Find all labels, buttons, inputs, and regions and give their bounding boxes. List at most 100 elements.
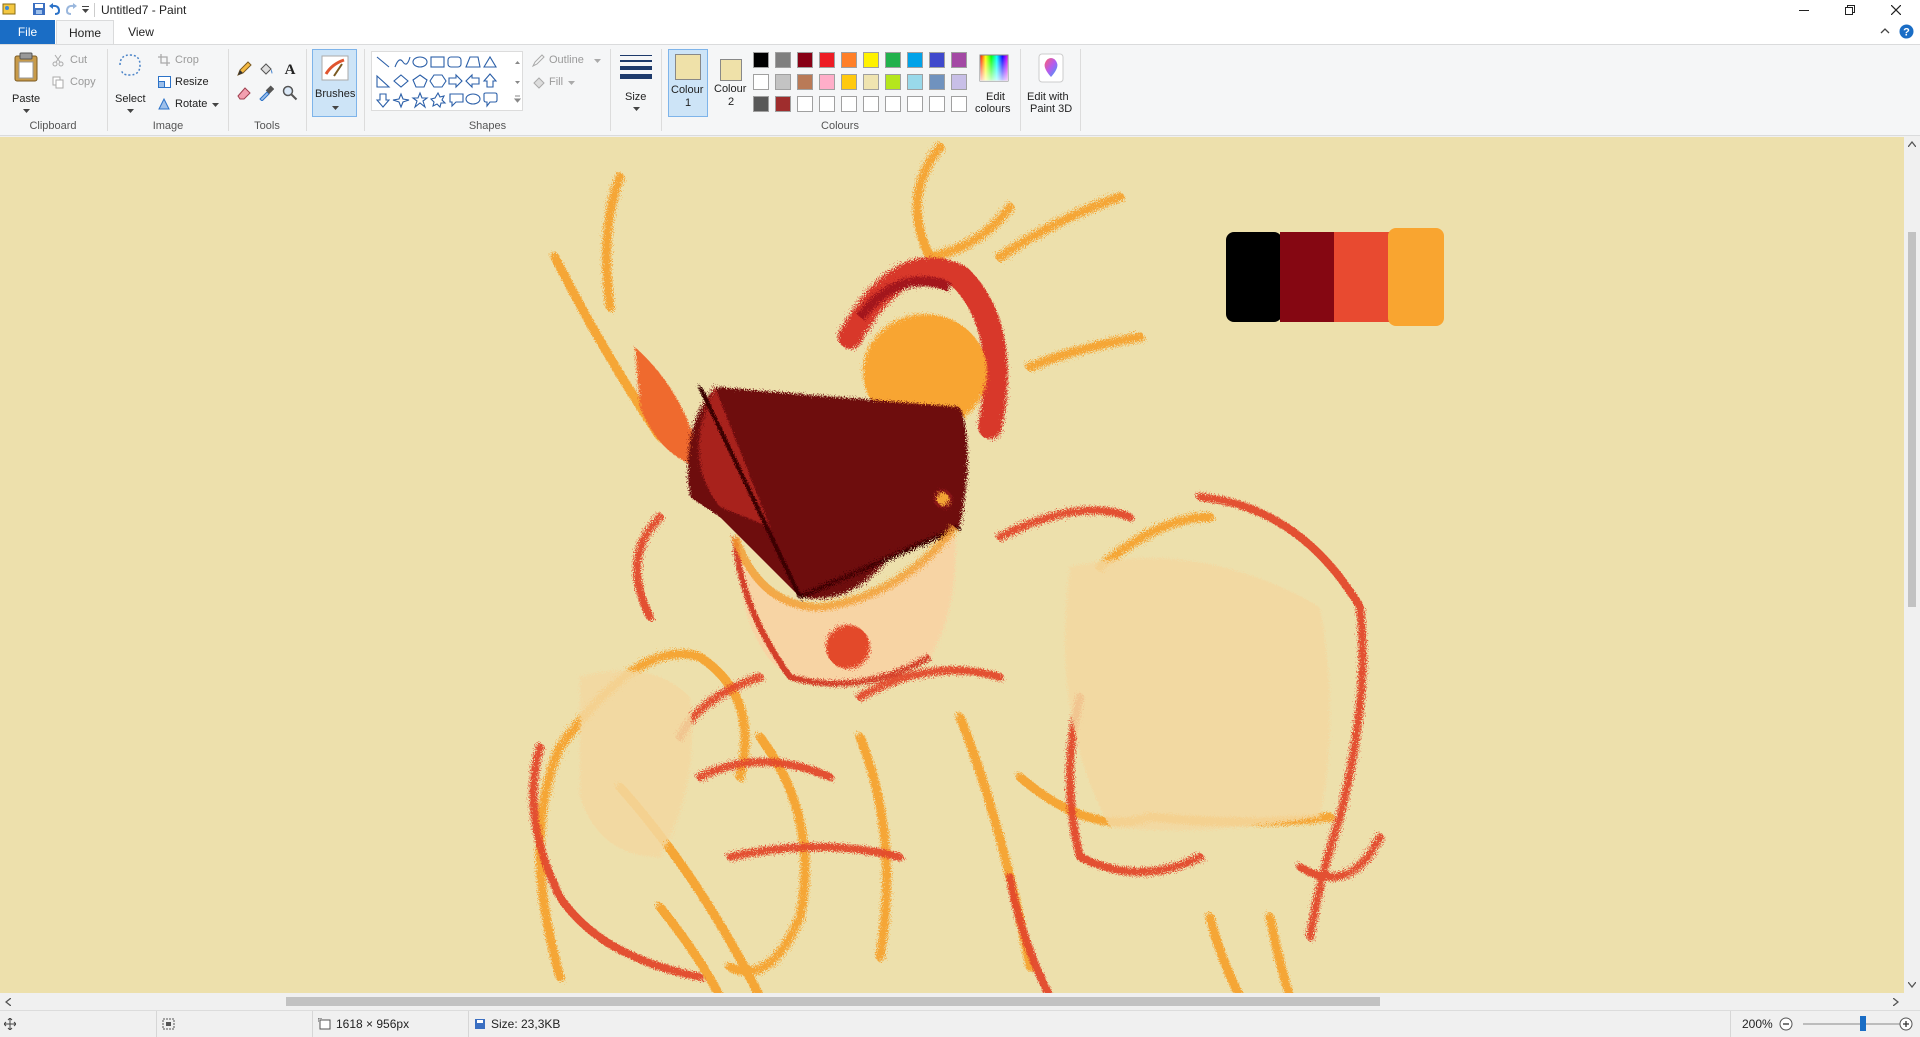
- text-tool-icon[interactable]: A: [282, 60, 298, 76]
- close-window-button[interactable]: [1873, 0, 1919, 20]
- svg-text:A: A: [285, 62, 296, 76]
- eraser-icon[interactable]: [236, 85, 252, 101]
- help-icon[interactable]: ?: [1899, 24, 1914, 39]
- palette-colour-swatch[interactable]: [775, 96, 791, 112]
- palette-colour-swatch[interactable]: [775, 74, 791, 90]
- palette-colour-swatch[interactable]: [885, 52, 901, 68]
- fill-bucket-icon[interactable]: [258, 61, 274, 77]
- vertical-scrollbar[interactable]: [1904, 137, 1920, 993]
- canvas-workspace[interactable]: [0, 137, 1904, 993]
- palette-colour-swatch[interactable]: [841, 52, 857, 68]
- fill-button[interactable]: Fill: [530, 75, 590, 91]
- palette-colour-swatch[interactable]: [753, 52, 769, 68]
- pencil-icon[interactable]: [236, 61, 252, 77]
- palette-colour-swatch[interactable]: [951, 52, 967, 68]
- palette-colour-swatch[interactable]: [753, 96, 769, 112]
- tab-home[interactable]: Home: [56, 20, 114, 44]
- shapes-gallery-icons: [375, 55, 498, 109]
- palette-colour-swatch[interactable]: [885, 96, 901, 112]
- ribbon-separator: [610, 49, 611, 131]
- zoom-slider-thumb[interactable]: [1860, 1016, 1866, 1031]
- save-icon[interactable]: [32, 2, 46, 16]
- palette-colour-swatch[interactable]: [929, 96, 945, 112]
- scroll-left-icon[interactable]: [5, 998, 11, 1006]
- palette-colour-swatch[interactable]: [819, 52, 835, 68]
- palette-colour-swatch[interactable]: [775, 52, 791, 68]
- file-size: Size: 23,3KB: [491, 1017, 561, 1031]
- palette-colour-swatch[interactable]: [819, 96, 835, 112]
- palette-colour-swatch[interactable]: [907, 74, 923, 90]
- palette-colour-swatch[interactable]: [929, 74, 945, 90]
- resize-button[interactable]: Resize: [156, 75, 214, 91]
- paint3d-label-1: Edit with: [1027, 91, 1069, 103]
- drawing-canvas[interactable]: [0, 137, 1904, 993]
- rotate-label: Rotate: [175, 98, 208, 110]
- palette-colour-swatch[interactable]: [951, 74, 967, 90]
- tab-view[interactable]: View: [114, 20, 168, 44]
- palette-colour-swatch[interactable]: [797, 74, 813, 90]
- size-button[interactable]: Size: [616, 49, 656, 117]
- palette-colour-swatch[interactable]: [885, 74, 901, 90]
- canvas-colour-swatch: [1226, 232, 1282, 322]
- colour2-button[interactable]: Colour 2: [711, 49, 751, 117]
- crop-label: Crop: [175, 54, 199, 66]
- rotate-dropdown-icon: [212, 103, 219, 107]
- ribbon-separator: [1080, 49, 1081, 131]
- palette-colour-swatch[interactable]: [929, 52, 945, 68]
- redo-icon[interactable]: [64, 2, 78, 16]
- shapes-scroll-icon[interactable]: [514, 60, 521, 106]
- paste-button[interactable]: Paste: [8, 49, 46, 119]
- palette-colour-swatch[interactable]: [841, 74, 857, 90]
- cut-button[interactable]: Cut: [50, 53, 96, 69]
- palette-colour-swatch[interactable]: [863, 96, 879, 112]
- copy-button[interactable]: Copy: [50, 75, 102, 91]
- status-separator: [312, 1011, 313, 1037]
- horizontal-scrollbar[interactable]: [0, 993, 1904, 1010]
- crop-button[interactable]: Crop: [156, 53, 206, 69]
- collapse-ribbon-icon[interactable]: [1880, 28, 1890, 34]
- palette-colour-swatch[interactable]: [841, 96, 857, 112]
- palette-colour-swatch[interactable]: [863, 52, 879, 68]
- colour1-number: 1: [685, 97, 692, 109]
- palette-colour-swatch[interactable]: [907, 96, 923, 112]
- brushes-dropdown-icon: [332, 106, 339, 110]
- palette-colour-swatch[interactable]: [819, 74, 835, 90]
- palette-colour-swatch[interactable]: [753, 74, 769, 90]
- scroll-right-icon[interactable]: [1893, 998, 1899, 1006]
- select-label: Select: [115, 93, 146, 105]
- zoom-out-icon[interactable]: [1779, 1017, 1793, 1031]
- paste-label: Paste: [12, 93, 41, 105]
- zoom-in-icon[interactable]: [1899, 1017, 1913, 1031]
- customize-toolbar-icon[interactable]: [81, 6, 90, 14]
- brushes-button[interactable]: Brushes: [312, 49, 357, 117]
- ribbon-separator: [1020, 49, 1021, 131]
- restore-button[interactable]: [1827, 0, 1873, 20]
- colour2-number: 2: [728, 96, 735, 108]
- colour1-button[interactable]: Colour 1: [668, 49, 708, 117]
- horizontal-scroll-thumb[interactable]: [286, 997, 1380, 1006]
- paint-app-icon[interactable]: [2, 2, 16, 16]
- palette-colour-swatch[interactable]: [907, 52, 923, 68]
- fill-dropdown-icon: [568, 81, 575, 85]
- outline-icon: [532, 54, 545, 67]
- zoom-slider-track[interactable]: [1803, 1023, 1903, 1025]
- edit-with-paint3d-button[interactable]: Edit with Paint 3D: [1024, 49, 1078, 117]
- edit-colours-button[interactable]: Edit colours: [974, 49, 1014, 117]
- undo-icon[interactable]: [48, 2, 62, 16]
- vertical-scroll-thumb[interactable]: [1908, 232, 1916, 607]
- scroll-down-icon[interactable]: [1908, 982, 1916, 988]
- outline-button[interactable]: Outline: [530, 53, 605, 69]
- palette-colour-swatch[interactable]: [797, 96, 813, 112]
- palette-colour-swatch[interactable]: [951, 96, 967, 112]
- shapes-gallery[interactable]: [371, 51, 523, 111]
- scroll-up-icon[interactable]: [1908, 141, 1916, 147]
- palette-colour-swatch[interactable]: [863, 74, 879, 90]
- magnifier-icon[interactable]: [282, 85, 298, 101]
- tab-file[interactable]: File: [0, 20, 55, 44]
- rotate-button[interactable]: Rotate: [156, 97, 222, 113]
- colour-picker-icon[interactable]: [258, 85, 274, 101]
- minimize-button[interactable]: [1781, 0, 1827, 20]
- ribbon-separator: [228, 49, 229, 131]
- palette-colour-swatch[interactable]: [797, 52, 813, 68]
- select-button[interactable]: Select: [112, 49, 148, 119]
